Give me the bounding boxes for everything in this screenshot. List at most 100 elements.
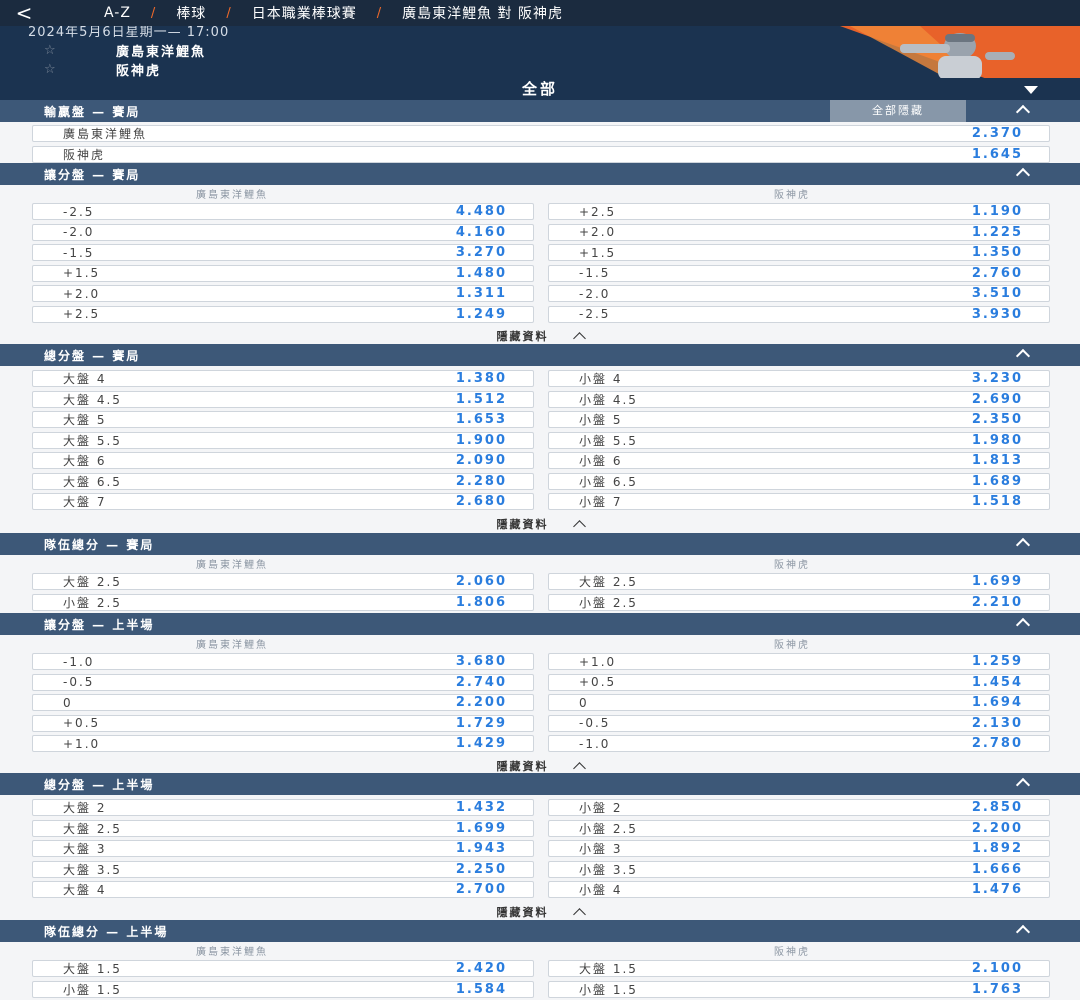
odds-cell[interactable]: 小盤 3 1.892 xyxy=(548,840,1050,857)
section-header[interactable]: 隊伍總分 — 賽局 xyxy=(0,533,1080,555)
chevron-up-icon[interactable] xyxy=(1015,924,1031,940)
odds-cell[interactable]: 大盤 4.5 1.512 xyxy=(32,390,534,408)
odds-cell[interactable]: +0.5 1.454 xyxy=(548,673,1050,691)
odds-cell[interactable]: -0.5 2.740 xyxy=(32,673,534,691)
odds-cell[interactable]: 大盤 5 1.653 xyxy=(32,411,534,428)
odds-cell[interactable]: 大盤 2.5 1.699 xyxy=(32,819,534,837)
caret-down-icon[interactable] xyxy=(1024,86,1038,94)
back-icon[interactable]: < xyxy=(0,0,48,26)
match-datetime: 2024年5月6日星期一— 17:00 xyxy=(28,26,230,40)
odds-cell[interactable]: -1.5 3.270 xyxy=(32,244,534,261)
odds-cell[interactable]: -2.0 4.160 xyxy=(32,223,534,241)
section-team-totals-half: 隊伍總分 — 上半場 廣島東洋鯉魚 阪神虎 大盤 1.5 2.420 大盤 1.5 2… xyxy=(0,920,1080,1000)
odds-value: 2.760 xyxy=(971,265,1023,281)
odds-value: 1.653 xyxy=(455,412,507,427)
section-header[interactable]: 總分盤 — 賽局 xyxy=(0,344,1080,366)
breadcrumb-az[interactable]: A-Z xyxy=(104,5,131,21)
odds-cell[interactable]: 大盤 4 2.700 xyxy=(32,881,534,898)
odds-label: +0.5 xyxy=(63,716,101,730)
odds-cell[interactable]: 0 2.200 xyxy=(32,694,534,711)
chevron-up-icon[interactable] xyxy=(1015,167,1031,183)
odds-cell[interactable]: +1.0 1.429 xyxy=(32,735,534,752)
odds-cell[interactable]: 大盤 6 2.090 xyxy=(32,452,534,469)
odds-label: +2.5 xyxy=(63,307,101,321)
odds-cell[interactable]: 大盤 4 1.380 xyxy=(32,370,534,387)
chevron-up-icon[interactable] xyxy=(1015,348,1031,364)
odds-cell[interactable]: +1.5 1.350 xyxy=(548,244,1050,261)
section-header[interactable]: 讓分盤 — 上半場 xyxy=(0,613,1080,635)
odds-label: 大盤 5.5 xyxy=(63,433,122,448)
odds-cell[interactable]: +2.0 1.311 xyxy=(32,285,534,302)
odds-cell[interactable]: 小盤 4.5 2.690 xyxy=(548,390,1050,408)
odds-cell[interactable]: 大盤 2.5 1.699 xyxy=(548,573,1050,590)
odds-cell[interactable]: 小盤 5.5 1.980 xyxy=(548,431,1050,449)
odds-cell[interactable]: 小盤 2 2.850 xyxy=(548,799,1050,816)
odds-cell[interactable]: 小盤 6.5 1.689 xyxy=(548,472,1050,490)
odds-cell[interactable]: 大盤 1.5 2.100 xyxy=(548,960,1050,977)
odds-cell[interactable]: 小盤 5 2.350 xyxy=(548,411,1050,428)
odds-cell[interactable]: 大盤 7 2.680 xyxy=(32,493,534,510)
odds-cell[interactable]: 大盤 3 1.943 xyxy=(32,840,534,857)
odds-cell[interactable]: -2.5 4.480 xyxy=(32,203,534,220)
section-header[interactable]: 輸贏盤 — 賽局 全部隱藏 xyxy=(0,100,1080,122)
hide-data-toggle[interactable]: 隱藏資料 xyxy=(0,514,1080,534)
odds-value: 2.100 xyxy=(971,961,1023,976)
star-icon[interactable]: ☆ xyxy=(44,62,116,77)
odds-cell[interactable]: +2.0 1.225 xyxy=(548,223,1050,241)
odds-label: -2.5 xyxy=(579,307,611,321)
hide-data-label: 隱藏資料 xyxy=(496,905,549,919)
odds-cell[interactable]: 小盤 6 1.813 xyxy=(548,452,1050,469)
odds-cell[interactable]: 小盤 4 1.476 xyxy=(548,881,1050,898)
team-labels: 廣島東洋鯉魚 阪神虎 xyxy=(0,635,1080,651)
odds-cell[interactable]: 大盤 2.5 2.060 xyxy=(32,573,534,590)
hide-data-toggle[interactable]: 隱藏資料 xyxy=(0,902,1080,922)
odds-cell[interactable]: 小盤 2.5 1.806 xyxy=(32,593,534,611)
odds-cell[interactable]: +0.5 1.729 xyxy=(32,714,534,732)
hide-data-toggle[interactable]: 隱藏資料 xyxy=(0,326,1080,346)
odds-cell[interactable]: -0.5 2.130 xyxy=(548,714,1050,732)
odds-cell[interactable]: -1.0 3.680 xyxy=(32,653,534,670)
odds-label: 阪神虎 xyxy=(63,147,106,162)
odds-cell[interactable]: 大盤 6.5 2.280 xyxy=(32,472,534,490)
chevron-up-icon[interactable] xyxy=(1015,537,1031,553)
odds-cell[interactable]: +1.0 1.259 xyxy=(548,653,1050,670)
odds-cell[interactable]: 0 1.694 xyxy=(548,694,1050,711)
odds-cell[interactable]: 小盤 1.5 1.763 xyxy=(548,980,1050,998)
odds-label: -0.5 xyxy=(63,675,95,689)
chevron-up-icon[interactable] xyxy=(1015,617,1031,633)
chevron-up-icon[interactable] xyxy=(1015,777,1031,793)
odds-cell[interactable]: 小盤 2.5 2.210 xyxy=(548,593,1050,611)
section-header[interactable]: 隊伍總分 — 上半場 xyxy=(0,920,1080,942)
odds-cell[interactable]: +2.5 1.190 xyxy=(548,203,1050,220)
odds-cell[interactable]: 大盤 2 1.432 xyxy=(32,799,534,816)
odds-cell[interactable]: 大盤 3.5 2.250 xyxy=(32,860,534,878)
odds-cell[interactable]: 小盤 1.5 1.584 xyxy=(32,980,534,998)
odds-cell[interactable]: 小盤 2.5 2.200 xyxy=(548,819,1050,837)
baseball-player-banner-icon xyxy=(840,26,1080,80)
odds-cell[interactable]: 小盤 7 1.518 xyxy=(548,493,1050,510)
odds-cell[interactable]: -2.0 3.510 xyxy=(548,285,1050,302)
breadcrumb-league[interactable]: 日本職業棒球賽 xyxy=(252,3,357,23)
odds-cell[interactable]: 廣島東洋鯉魚 2.370 xyxy=(32,125,1050,142)
breadcrumb-baseball[interactable]: 棒球 xyxy=(176,3,206,23)
odds-cell[interactable]: +1.5 1.480 xyxy=(32,264,534,282)
odds-label: 小盤 7 xyxy=(579,495,623,509)
section-header[interactable]: 總分盤 — 上半場 xyxy=(0,773,1080,795)
odds-cell[interactable]: 大盤 1.5 2.420 xyxy=(32,960,534,977)
odds-value: 1.694 xyxy=(971,695,1023,710)
odds-cell[interactable]: -1.5 2.760 xyxy=(548,264,1050,282)
odds-cell[interactable]: +2.5 1.249 xyxy=(32,305,534,323)
market-filter-dropdown[interactable]: 全部 xyxy=(0,78,1080,100)
odds-cell[interactable]: 大盤 5.5 1.900 xyxy=(32,431,534,449)
odds-value: 1.380 xyxy=(455,371,507,386)
odds-value: 1.666 xyxy=(971,861,1023,877)
odds-cell[interactable]: 小盤 4 3.230 xyxy=(548,370,1050,387)
star-icon[interactable]: ☆ xyxy=(44,43,116,58)
odds-cell[interactable]: -2.5 3.930 xyxy=(548,305,1050,323)
odds-cell[interactable]: -1.0 2.780 xyxy=(548,735,1050,752)
hide-all-button[interactable]: 全部隱藏 xyxy=(830,100,966,122)
odds-cell[interactable]: 阪神虎 1.645 xyxy=(32,145,1050,163)
section-header[interactable]: 讓分盤 — 賽局 xyxy=(0,163,1080,185)
chevron-up-icon[interactable] xyxy=(1015,104,1031,120)
odds-cell[interactable]: 小盤 3.5 1.666 xyxy=(548,860,1050,878)
